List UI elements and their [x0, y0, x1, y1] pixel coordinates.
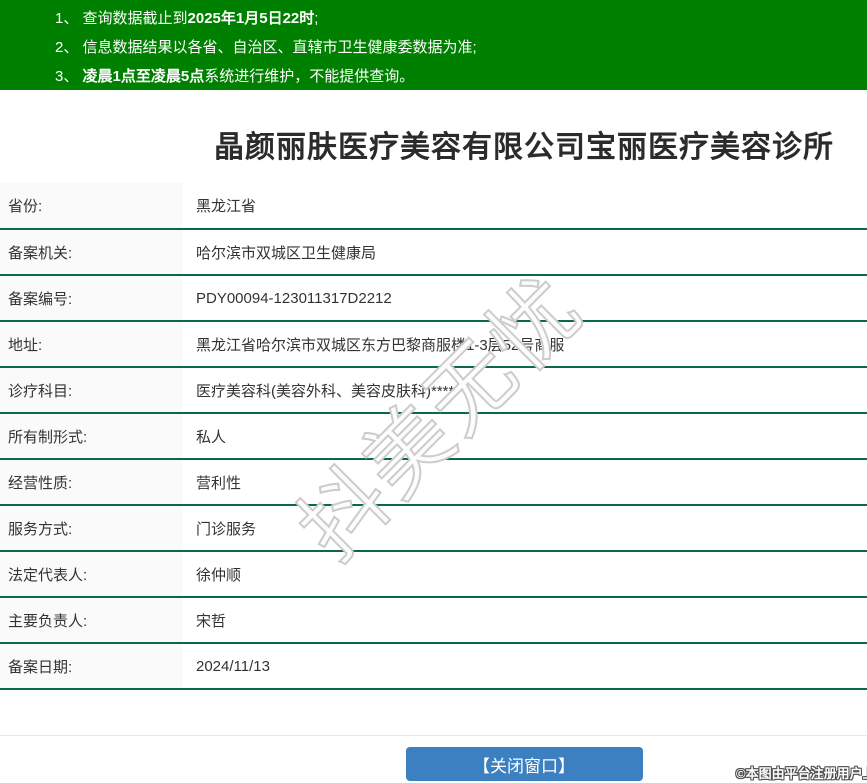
- table-row-treatment-subjects: 诊疗科目: 医疗美容科(美容外科、美容皮肤科)******: [0, 367, 867, 413]
- notice-text: 1、 查询数据截止到: [55, 10, 188, 27]
- table-row-address: 地址: 黑龙江省哈尔滨市双城区东方巴黎商服楼1-3层52号商服: [0, 321, 867, 367]
- table-row-registration-number: 备案编号: PDY00094-123011317D2212: [0, 275, 867, 321]
- row-value: 2024/11/13: [196, 657, 270, 675]
- notice-line-2: 2、 信息数据结果以各省、自治区、直辖市卫生健康委数据为准;: [55, 33, 867, 62]
- row-label: 备案日期:: [0, 643, 183, 689]
- notice-text-bold: 凌晨1点至凌晨5点: [82, 68, 205, 85]
- row-value: PDY00094-123011317D2212: [196, 289, 392, 307]
- notice-text-bold: 2025年1月5日22时: [187, 10, 315, 27]
- table-row-ownership-form: 所有制形式: 私人: [0, 413, 867, 459]
- notice-text: 3、: [55, 68, 83, 85]
- notice-line-1: 1、 查询数据截止到2025年1月5日22时;: [55, 4, 867, 33]
- notice-text: 系统进行维护，不能提供查询。: [204, 68, 415, 85]
- row-value: 营利性: [196, 474, 242, 492]
- row-value: 黑龙江省哈尔滨市双城区东方巴黎商服楼1-3层52号商服: [196, 336, 565, 354]
- notice-banner: 1、 查询数据截止到2025年1月5日22时; 2、 信息数据结果以各省、自治区…: [0, 0, 867, 90]
- row-label: 经营性质:: [0, 459, 183, 505]
- image-credit-note: ©本图由平台注册用户上传: [736, 766, 867, 781]
- row-value: 门诊服务: [196, 520, 257, 538]
- row-label: 服务方式:: [0, 505, 183, 551]
- table-row-operating-nature: 经营性质: 营利性: [0, 459, 867, 505]
- table-row-registration-date: 备案日期: 2024/11/13: [0, 643, 867, 689]
- registration-table: 省份: 黑龙江省 备案机关: 哈尔滨市双城区卫生健康局 备案编号: PDY000…: [0, 183, 867, 690]
- row-label: 地址:: [0, 321, 183, 367]
- row-label: 主要负责人:: [0, 597, 183, 643]
- notice-line-3: 3、 凌晨1点至凌晨5点系统进行维护，不能提供查询。: [55, 62, 867, 91]
- row-value: 宋哲: [196, 612, 227, 630]
- table-row-province: 省份: 黑龙江省: [0, 183, 867, 229]
- row-value: 医疗美容科(美容外科、美容皮肤科)******: [196, 382, 467, 400]
- notice-text: ;: [314, 10, 319, 27]
- row-label: 法定代表人:: [0, 551, 183, 597]
- table-row-service-mode: 服务方式: 门诊服务: [0, 505, 867, 551]
- table-row-legal-representative: 法定代表人: 徐仲顺: [0, 551, 867, 597]
- row-label: 诊疗科目:: [0, 367, 183, 413]
- table-row-registration-authority: 备案机关: 哈尔滨市双城区卫生健康局: [0, 229, 867, 275]
- row-value: 私人: [196, 428, 227, 446]
- table-row-principal-person: 主要负责人: 宋哲: [0, 597, 867, 643]
- row-label: 所有制形式:: [0, 413, 183, 459]
- row-label: 备案机关:: [0, 229, 183, 275]
- row-value: 徐仲顺: [196, 566, 242, 584]
- row-label: 省份:: [0, 183, 183, 229]
- row-value: 黑龙江省: [196, 198, 257, 215]
- footer-divider: [0, 735, 867, 736]
- page-title: 晶颜丽肤医疗美容有限公司宝丽医疗美容诊所: [214, 131, 834, 164]
- close-window-button[interactable]: 【关闭窗口】: [405, 747, 643, 781]
- page-container: 1、 查询数据截止到2025年1月5日22时; 2、 信息数据结果以各省、自治区…: [0, 0, 867, 781]
- row-value: 哈尔滨市双城区卫生健康局: [196, 244, 377, 262]
- notice-text: 2、 信息数据结果以各省、自治区、直辖市卫生健康委数据为准;: [55, 39, 477, 56]
- row-label: 备案编号:: [0, 275, 183, 321]
